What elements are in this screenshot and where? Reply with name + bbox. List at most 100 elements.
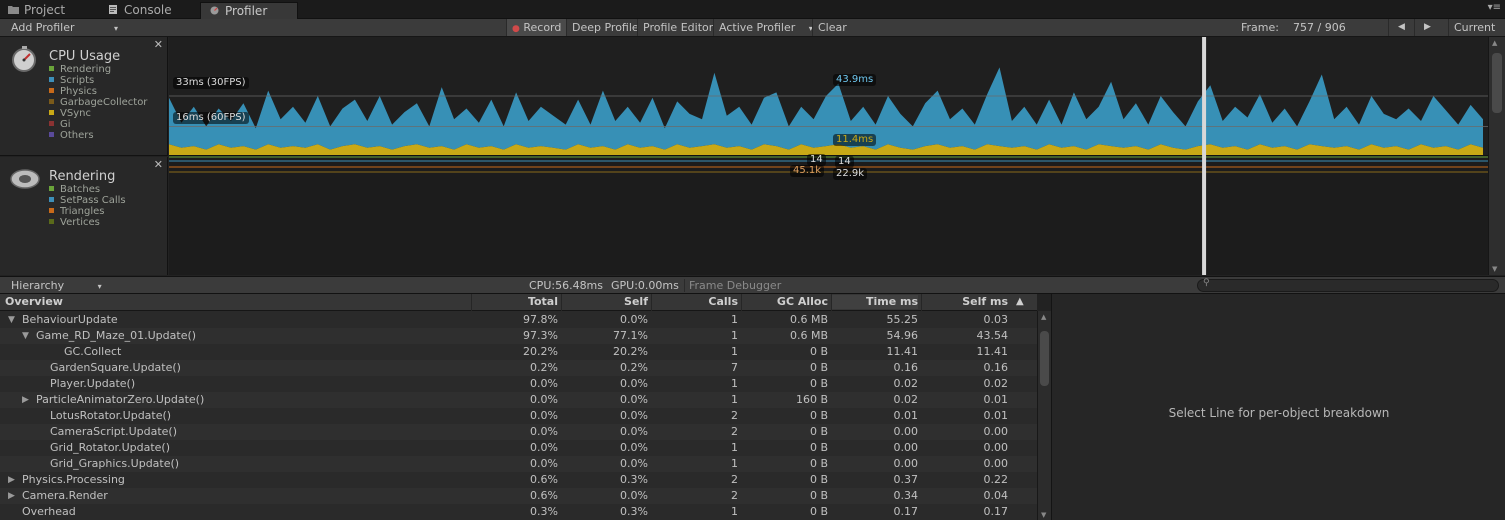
legend-item[interactable]: Gi bbox=[49, 119, 71, 130]
tab-profiler[interactable]: Profiler bbox=[200, 2, 298, 19]
record-button[interactable]: ● Record bbox=[506, 19, 567, 36]
clear-button[interactable]: Clear bbox=[812, 19, 852, 36]
profiler-graph[interactable]: 33ms (30FPS) 16ms (60FPS) 43.9ms 11.4ms … bbox=[169, 37, 1488, 275]
table-row[interactable]: ▶ ParticleAnimatorZero.Update() 0.0% 0.0% 1 1… bbox=[0, 392, 1037, 408]
col-calls[interactable]: Calls bbox=[652, 295, 738, 309]
hierarchy-dropdown[interactable]: Hierarchy ▾ bbox=[11, 279, 102, 293]
frame-debugger-button[interactable]: Frame Debugger bbox=[684, 279, 781, 292]
scroll-up-icon[interactable]: ▲ bbox=[1041, 313, 1046, 321]
sort-ascending-icon[interactable]: ▲ bbox=[1016, 295, 1024, 309]
legend-label: Vertices bbox=[60, 217, 100, 228]
table-row[interactable]: ▶ Camera.Render 0.6% 0.0% 2 0 B 0.34 0.04 bbox=[0, 488, 1037, 504]
row-calls-value: 1 bbox=[731, 329, 738, 342]
cpu-usage-panel[interactable]: CPU Usage ✕ Rendering Scripts Physics Garba… bbox=[0, 37, 168, 156]
col-gc-alloc[interactable]: GC Alloc bbox=[742, 295, 828, 309]
row-total-value: 0.6% bbox=[530, 473, 558, 486]
tab-profiler-label: Profiler bbox=[225, 4, 268, 18]
close-icon[interactable]: ✕ bbox=[154, 38, 163, 51]
table-scroll-thumb[interactable] bbox=[1040, 331, 1049, 386]
row-function-name: Overhead bbox=[22, 505, 76, 518]
graph-scrollbar[interactable]: ▲ ▼ bbox=[1488, 37, 1505, 275]
row-total-value: 20.2% bbox=[523, 345, 558, 358]
row-time-value: 0.17 bbox=[893, 505, 919, 518]
chevron-down-icon: ▾ bbox=[114, 24, 119, 33]
add-profiler-dropdown[interactable]: Add Profiler ▾ bbox=[11, 21, 118, 35]
cpu-usage-chart[interactable] bbox=[169, 37, 1488, 275]
legend-label: SetPass Calls bbox=[60, 195, 126, 206]
legend-item[interactable]: Rendering bbox=[49, 64, 111, 75]
table-row[interactable]: ▼ BehaviourUpdate 97.8% 0.0% 1 0.6 MB 55.25 0.0… bbox=[0, 312, 1037, 328]
legend-item[interactable]: Others bbox=[49, 130, 94, 141]
rendering-panel[interactable]: Rendering ✕ Batches SetPass Calls Triangle… bbox=[0, 157, 168, 275]
legend-item[interactable]: VSync bbox=[49, 108, 91, 119]
row-calls-value: 1 bbox=[731, 505, 738, 518]
row-selfms-value: 0.02 bbox=[983, 377, 1009, 390]
table-row[interactable]: ▼ Game_RD_Maze_01.Update() 97.3% 77.1% 1 0.6 … bbox=[0, 328, 1037, 344]
deep-profile-button[interactable]: Deep Profile bbox=[566, 19, 644, 36]
legend-swatch bbox=[49, 208, 54, 213]
col-total[interactable]: Total bbox=[472, 295, 558, 309]
table-scrollbar[interactable]: ▲ ▼ bbox=[1037, 311, 1051, 520]
table-row[interactable]: Player.Update() 0.0% 0.0% 1 0 B 0.02 0.02 bbox=[0, 376, 1037, 392]
scroll-up-icon[interactable]: ▲ bbox=[1492, 39, 1497, 47]
tab-project[interactable]: Project bbox=[0, 2, 73, 19]
legend-item[interactable]: Physics bbox=[49, 86, 97, 97]
object-breakdown-pane: Select Line for per-object breakdown bbox=[1051, 294, 1505, 520]
expand-open-icon[interactable]: ▼ bbox=[22, 328, 29, 344]
row-selfms-value: 0.16 bbox=[983, 361, 1009, 374]
table-row[interactable]: CameraScript.Update() 0.0% 0.0% 2 0 B 0.00 0.0… bbox=[0, 424, 1037, 440]
tab-console[interactable]: Console bbox=[100, 2, 180, 19]
tab-menu-icon[interactable]: ▾≡ bbox=[1488, 2, 1501, 13]
row-calls-value: 1 bbox=[731, 313, 738, 326]
chevron-down-icon: ▾ bbox=[97, 282, 102, 291]
cpu-time-readout: CPU:56.48ms bbox=[529, 279, 604, 292]
table-row[interactable]: LotusRotator.Update() 0.0% 0.0% 2 0 B 0.01 0.0… bbox=[0, 408, 1037, 424]
legend-item[interactable]: SetPass Calls bbox=[49, 195, 126, 206]
table-row[interactable]: GardenSquare.Update() 0.2% 0.2% 7 0 B 0.16 0.1… bbox=[0, 360, 1037, 376]
scroll-down-icon[interactable]: ▼ bbox=[1041, 511, 1046, 519]
series-scripts-area bbox=[169, 67, 1483, 150]
row-self-value: 0.0% bbox=[620, 393, 648, 406]
table-row[interactable]: Grid_Graphics.Update() 0.0% 0.0% 1 0 B 0.00 0.… bbox=[0, 456, 1037, 472]
row-time-value: 11.41 bbox=[886, 345, 919, 358]
row-time-value: 0.00 bbox=[893, 457, 919, 470]
expand-closed-icon[interactable]: ▶ bbox=[8, 472, 15, 488]
row-gc-value: 0 B bbox=[809, 425, 828, 438]
row-total-value: 0.3% bbox=[530, 505, 558, 518]
row-self-value: 0.0% bbox=[620, 409, 648, 422]
row-gc-value: 0 B bbox=[809, 489, 828, 502]
table-row[interactable]: Overhead 0.3% 0.3% 1 0 B 0.17 0.17 bbox=[0, 504, 1037, 520]
breakdown-placeholder: Select Line for per-object breakdown bbox=[1168, 406, 1390, 420]
row-total-value: 0.0% bbox=[530, 425, 558, 438]
table-row[interactable]: GC.Collect 20.2% 20.2% 1 0 B 11.41 11.41 bbox=[0, 344, 1037, 360]
col-time-ms[interactable]: Time ms bbox=[832, 295, 918, 309]
search-input[interactable]: ⚲ bbox=[1197, 278, 1499, 292]
col-self-ms[interactable]: Self ms bbox=[922, 295, 1008, 309]
triangles-right-label: 22.9k bbox=[833, 168, 868, 180]
row-gc-value: 0 B bbox=[809, 361, 828, 374]
scroll-down-icon[interactable]: ▼ bbox=[1492, 265, 1497, 273]
legend-item[interactable]: Batches bbox=[49, 184, 100, 195]
previous-frame-button[interactable]: ◀ bbox=[1388, 19, 1414, 36]
table-row[interactable]: ▶ Physics.Processing 0.6% 0.3% 2 0 B 0.37 0.22 bbox=[0, 472, 1037, 488]
next-frame-button[interactable]: ▶ bbox=[1414, 19, 1440, 36]
expand-closed-icon[interactable]: ▶ bbox=[22, 392, 29, 408]
active-profiler-dropdown[interactable]: Active Profiler ▾ bbox=[713, 19, 818, 36]
expand-closed-icon[interactable]: ▶ bbox=[8, 488, 15, 504]
close-icon[interactable]: ✕ bbox=[154, 158, 163, 171]
current-frame-button[interactable]: Current bbox=[1448, 19, 1505, 36]
col-overview[interactable]: Overview bbox=[5, 295, 63, 309]
expand-open-icon[interactable]: ▼ bbox=[8, 312, 15, 328]
graph-scroll-thumb[interactable] bbox=[1492, 53, 1502, 113]
profile-editor-button[interactable]: Profile Editor bbox=[637, 19, 718, 36]
legend-item[interactable]: Vertices bbox=[49, 217, 100, 228]
line-16ms-label: 16ms (60FPS) bbox=[173, 112, 249, 124]
legend-item[interactable]: Triangles bbox=[49, 206, 104, 217]
col-self[interactable]: Self bbox=[562, 295, 648, 309]
table-row[interactable]: Grid_Rotator.Update() 0.0% 0.0% 1 0 B 0.00 0.0… bbox=[0, 440, 1037, 456]
legend-item[interactable]: Scripts bbox=[49, 75, 94, 86]
legend-item[interactable]: GarbageCollector bbox=[49, 97, 147, 108]
row-function-name: Physics.Processing bbox=[22, 473, 125, 486]
legend-label: Scripts bbox=[60, 75, 95, 86]
window-tab-bar: Project Console Profiler ▾≡ bbox=[0, 0, 1505, 19]
